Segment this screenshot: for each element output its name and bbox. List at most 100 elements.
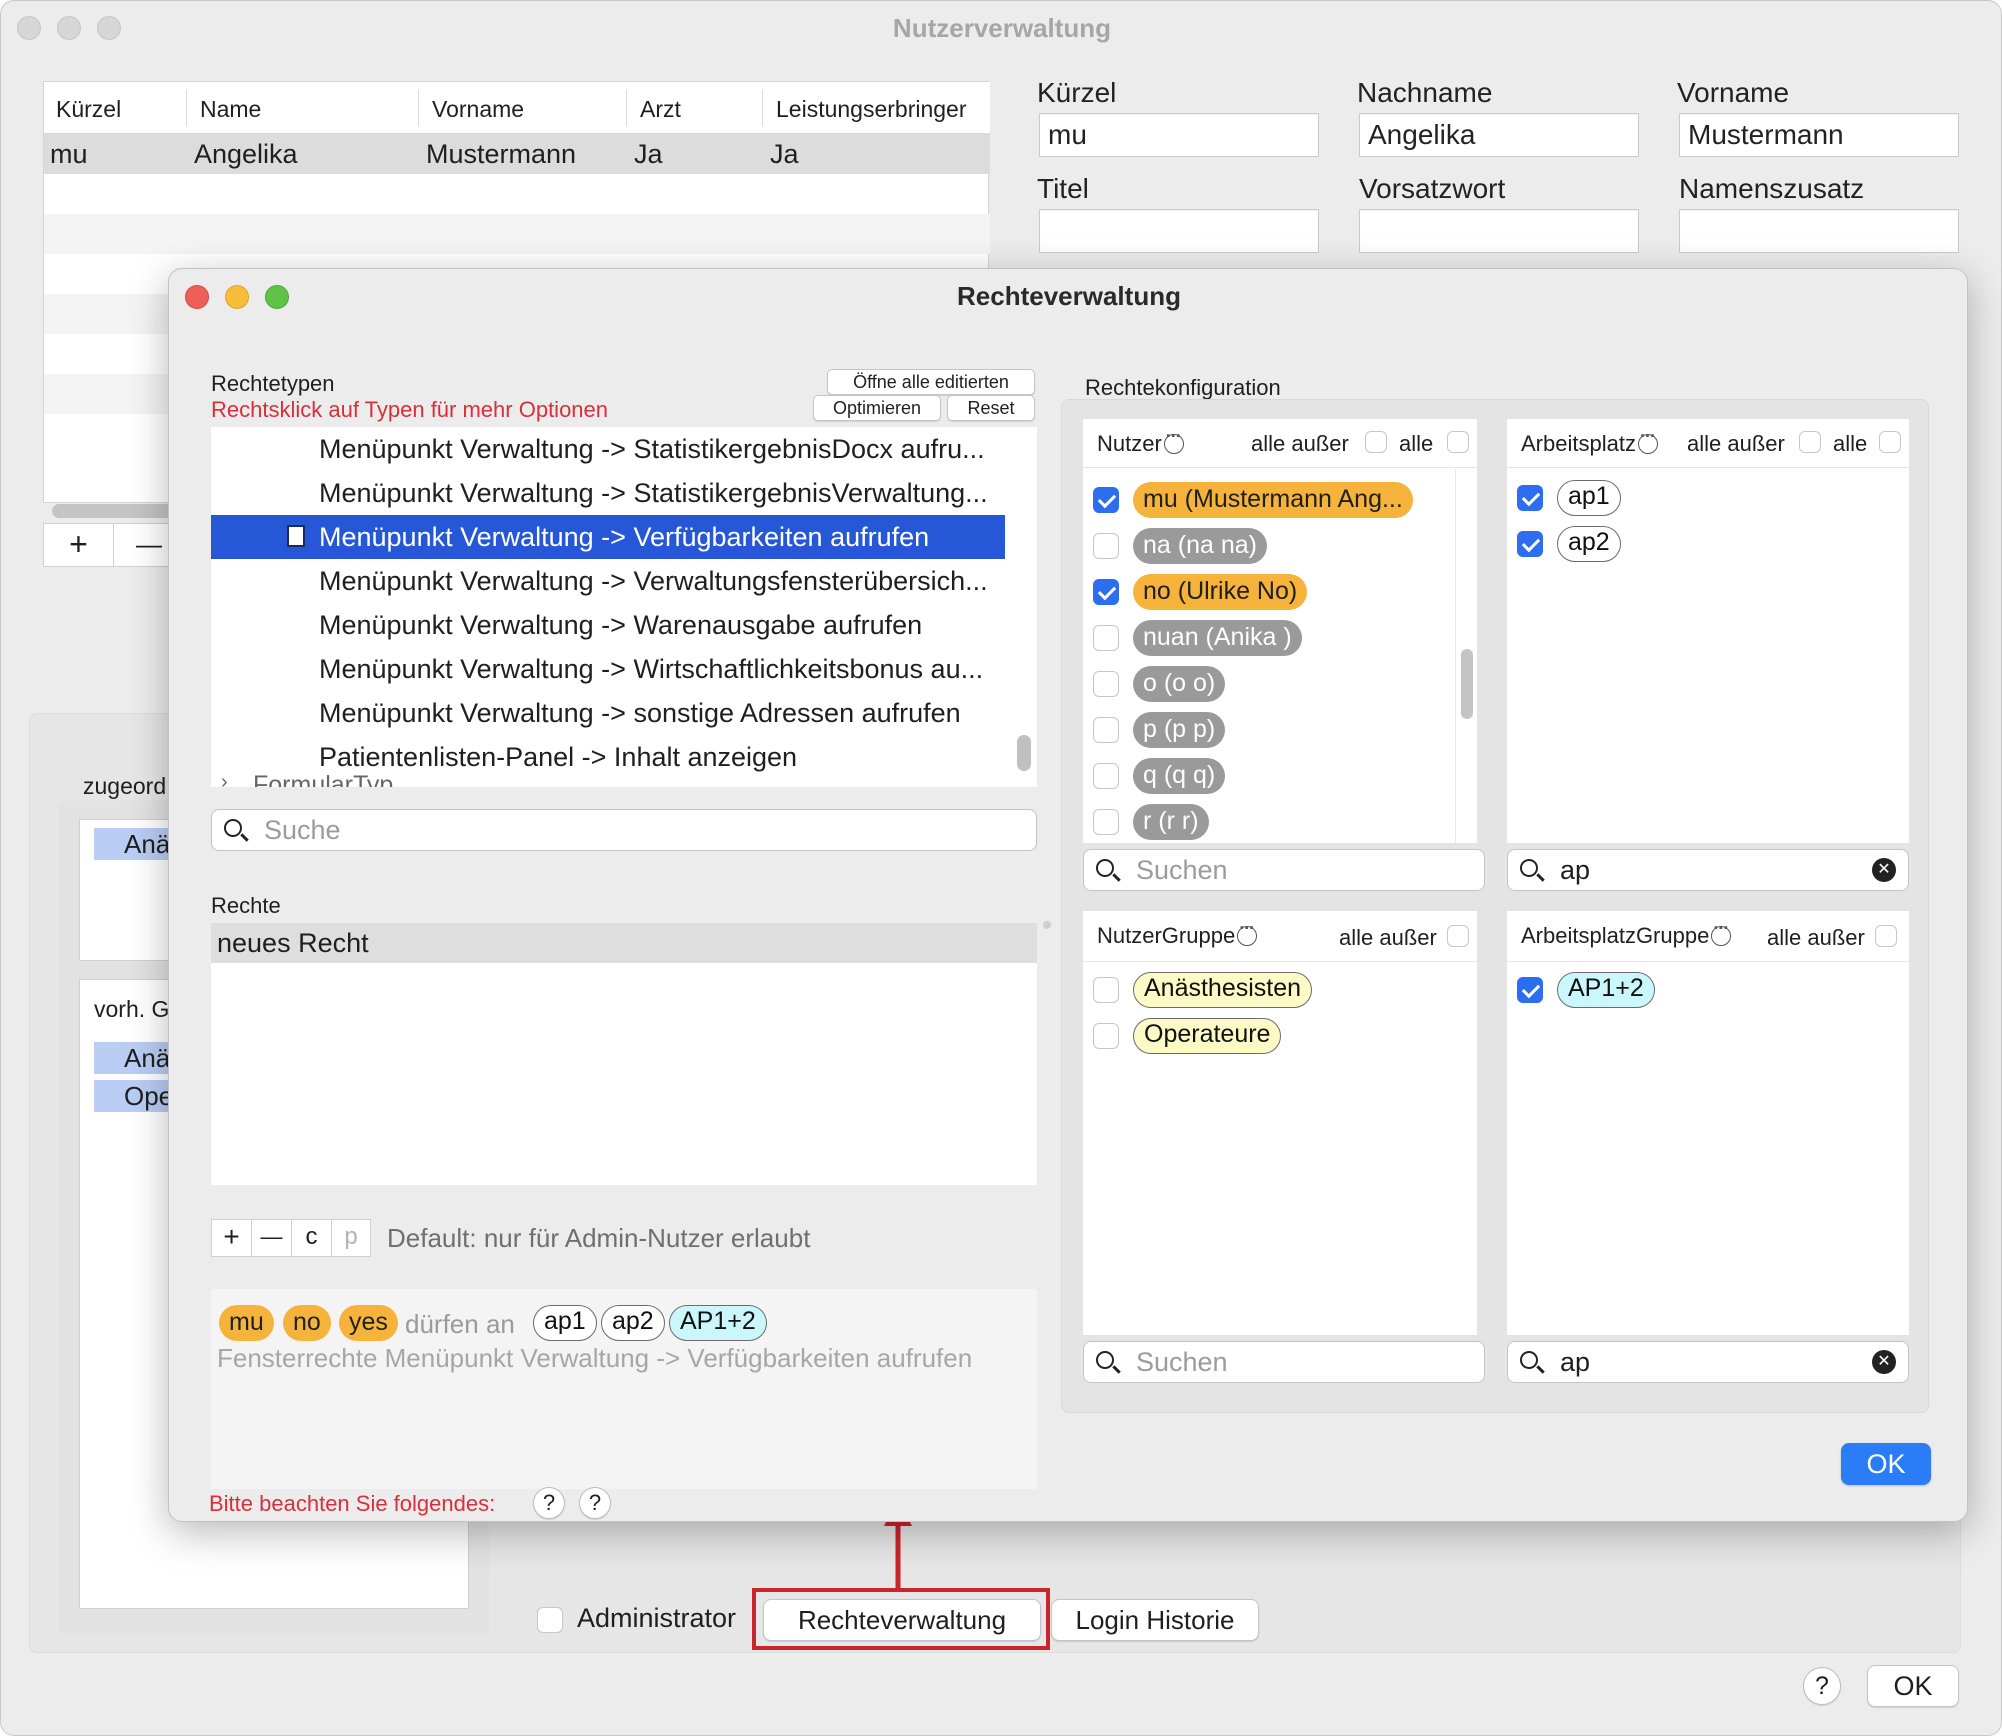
vertical-scrollbar[interactable] bbox=[1017, 735, 1031, 771]
kuerzel-label: Kürzel bbox=[1037, 77, 1117, 108]
add-recht-button[interactable]: + bbox=[212, 1220, 252, 1256]
nutzer-checkbox[interactable] bbox=[1093, 763, 1119, 789]
namenszusatz-field[interactable] bbox=[1679, 209, 1959, 253]
remove-recht-button[interactable]: — bbox=[252, 1220, 292, 1256]
column-header-arzt[interactable]: Arzt bbox=[640, 96, 681, 123]
rechtetypen-search-input[interactable]: Suche bbox=[211, 809, 1037, 851]
dialog-ok-button[interactable]: OK bbox=[1841, 1443, 1931, 1485]
clear-search-icon[interactable]: ✕ bbox=[1872, 1350, 1896, 1374]
administrator-label: Administrator bbox=[577, 1603, 737, 1633]
copy-recht-button[interactable]: c bbox=[292, 1220, 332, 1256]
nutzergruppe-search-input[interactable]: Suchen bbox=[1083, 1341, 1485, 1383]
divider bbox=[1083, 961, 1477, 962]
nutzergruppe-checkbox[interactable] bbox=[1093, 1023, 1119, 1049]
nutzergruppe-checkbox[interactable] bbox=[1093, 977, 1119, 1003]
column-header-vorname[interactable]: Vorname bbox=[432, 96, 524, 123]
reset-button[interactable]: Reset bbox=[947, 395, 1035, 421]
arbeitsplatzgruppe-checkbox[interactable] bbox=[1517, 977, 1543, 1003]
list-item[interactable]: Menüpunkt Verwaltung -> sonstige Adresse… bbox=[211, 691, 1005, 735]
divider bbox=[1507, 961, 1909, 962]
add-user-button[interactable]: + bbox=[44, 524, 114, 566]
arbeitsplatz-pill[interactable]: ap2 bbox=[1557, 526, 1621, 562]
more-options-icon[interactable] bbox=[1637, 426, 1658, 454]
arbeitsplatzgruppe-panel: ArbeitsplatzGruppe alle außer AP1+2 bbox=[1507, 911, 1909, 1335]
vorsatzwort-field[interactable] bbox=[1359, 209, 1639, 253]
clear-search-icon[interactable]: ✕ bbox=[1872, 858, 1896, 882]
arbeitsplatz-pill[interactable]: ap1 bbox=[1557, 480, 1621, 516]
list-item[interactable]: Menüpunkt Verwaltung -> Warenausgabe auf… bbox=[211, 603, 1005, 647]
list-item[interactable]: Menüpunkt Verwaltung -> Statistikergebni… bbox=[211, 471, 1005, 515]
formulartyp-group-row[interactable]: FormularTyp bbox=[253, 771, 393, 787]
list-item[interactable]: neues Recht bbox=[211, 923, 1037, 963]
nutzer-search-input[interactable]: Suchen bbox=[1083, 849, 1485, 891]
more-options-icon[interactable] bbox=[1163, 426, 1184, 454]
paste-recht-button[interactable]: p bbox=[332, 1220, 370, 1256]
nutzer-checkbox[interactable] bbox=[1093, 671, 1119, 697]
column-header-name[interactable]: Name bbox=[200, 96, 261, 123]
nutzergruppe-panel: NutzerGruppe alle außer Anästhesisten Op… bbox=[1083, 911, 1477, 1335]
summary-description: Fensterrechte Menüpunkt Verwaltung -> Ve… bbox=[217, 1343, 973, 1373]
help-button[interactable]: ? bbox=[579, 1487, 611, 1519]
splitter-handle[interactable] bbox=[1043, 921, 1051, 929]
oeffne-alle-editierten-button[interactable]: Öffne alle editierten bbox=[827, 369, 1035, 395]
nutzer-checkbox[interactable] bbox=[1093, 809, 1119, 835]
list-item[interactable]: Menüpunkt Verwaltung -> Verwaltungsfenst… bbox=[211, 559, 1005, 603]
arbeitsplatz-checkbox[interactable] bbox=[1517, 531, 1543, 557]
alle-ausser-label: alle außer bbox=[1339, 925, 1437, 950]
nutzer-pill[interactable]: q (q q) bbox=[1133, 758, 1226, 794]
nutzer-pill[interactable]: mu (Mustermann Ang... bbox=[1133, 482, 1413, 518]
titel-field[interactable] bbox=[1039, 209, 1319, 253]
ok-button[interactable]: OK bbox=[1867, 1665, 1959, 1707]
arbeitsplatz-search-input[interactable]: ap ✕ bbox=[1507, 849, 1909, 891]
nutzer-checkbox[interactable] bbox=[1093, 717, 1119, 743]
column-header-leistungserbringer[interactable]: Leistungserbringer bbox=[776, 96, 967, 123]
nachname-field[interactable]: Angelika bbox=[1359, 113, 1639, 157]
kuerzel-field[interactable]: mu bbox=[1039, 113, 1319, 157]
help-button[interactable]: ? bbox=[533, 1487, 565, 1519]
summary-target-pill: AP1+2 bbox=[669, 1305, 767, 1341]
list-item[interactable]: Menüpunkt Verwaltung -> Wirtschaftlichke… bbox=[211, 647, 1005, 691]
rechtekonfiguration-label: Rechtekonfiguration bbox=[1085, 375, 1281, 400]
arbeitsplatz-checkbox[interactable] bbox=[1517, 485, 1543, 511]
nutzergruppe-pill[interactable]: Anästhesisten bbox=[1133, 972, 1313, 1008]
nutzer-pill[interactable]: na (na na) bbox=[1133, 528, 1267, 564]
nutzer-checkbox[interactable] bbox=[1093, 487, 1119, 513]
nutzer-checkbox[interactable] bbox=[1093, 625, 1119, 651]
summary-box: mu no yes dürfen an ap1 ap2 AP1+2 Fenste… bbox=[211, 1289, 1037, 1489]
vertical-scrollbar[interactable] bbox=[1461, 649, 1473, 719]
namenszusatz-label: Namenszusatz bbox=[1679, 173, 1865, 204]
help-button[interactable]: ? bbox=[1803, 1667, 1841, 1705]
more-options-icon[interactable] bbox=[1711, 918, 1732, 946]
alle-ausser-checkbox[interactable] bbox=[1365, 431, 1387, 453]
nutzer-pill[interactable]: r (r r) bbox=[1133, 804, 1209, 840]
administrator-checkbox[interactable] bbox=[537, 1607, 563, 1633]
arbeitsplatzgruppe-search-input[interactable]: ap ✕ bbox=[1507, 1341, 1909, 1383]
alle-label: alle bbox=[1833, 431, 1868, 456]
list-item[interactable]: Menüpunkt Verwaltung -> Statistikergebni… bbox=[211, 427, 1005, 471]
arbeitsplatzgruppe-pill[interactable]: AP1+2 bbox=[1557, 972, 1655, 1008]
login-historie-button[interactable]: Login Historie bbox=[1051, 1599, 1259, 1641]
nutzer-pill[interactable]: o (o o) bbox=[1133, 666, 1226, 702]
search-icon bbox=[1096, 1351, 1114, 1369]
chevron-right-icon[interactable]: › bbox=[221, 771, 228, 787]
nutzer-pill[interactable]: no (Ulrike No) bbox=[1133, 574, 1308, 610]
nutzergruppe-pill[interactable]: Operateure bbox=[1133, 1018, 1282, 1054]
vorname-field[interactable]: Mustermann bbox=[1679, 113, 1959, 157]
nutzer-pill[interactable]: nuan (Anika ) bbox=[1133, 620, 1302, 656]
cell-name: Angelika bbox=[194, 139, 298, 169]
arbeitsplatz-panel: Arbeitsplatz alle außer alle ap1 ap2 bbox=[1507, 419, 1909, 843]
more-options-icon[interactable] bbox=[1237, 918, 1258, 946]
nutzer-checkbox[interactable] bbox=[1093, 533, 1119, 559]
column-header-kuerzel[interactable]: Kürzel bbox=[56, 96, 121, 123]
list-item-selected[interactable]: Menüpunkt Verwaltung -> Verfügbarkeiten … bbox=[211, 515, 1005, 559]
optimieren-button[interactable]: Optimieren bbox=[813, 395, 941, 421]
alle-ausser-checkbox[interactable] bbox=[1875, 925, 1897, 947]
cell-kuerzel: mu bbox=[50, 139, 88, 169]
alle-ausser-checkbox[interactable] bbox=[1447, 925, 1469, 947]
table-row[interactable]: mu Angelika Mustermann Ja Ja bbox=[44, 134, 990, 174]
nutzer-checkbox[interactable] bbox=[1093, 579, 1119, 605]
alle-checkbox[interactable] bbox=[1879, 431, 1901, 453]
nutzer-pill[interactable]: p (p p) bbox=[1133, 712, 1226, 748]
alle-checkbox[interactable] bbox=[1447, 431, 1469, 453]
alle-ausser-checkbox[interactable] bbox=[1799, 431, 1821, 453]
